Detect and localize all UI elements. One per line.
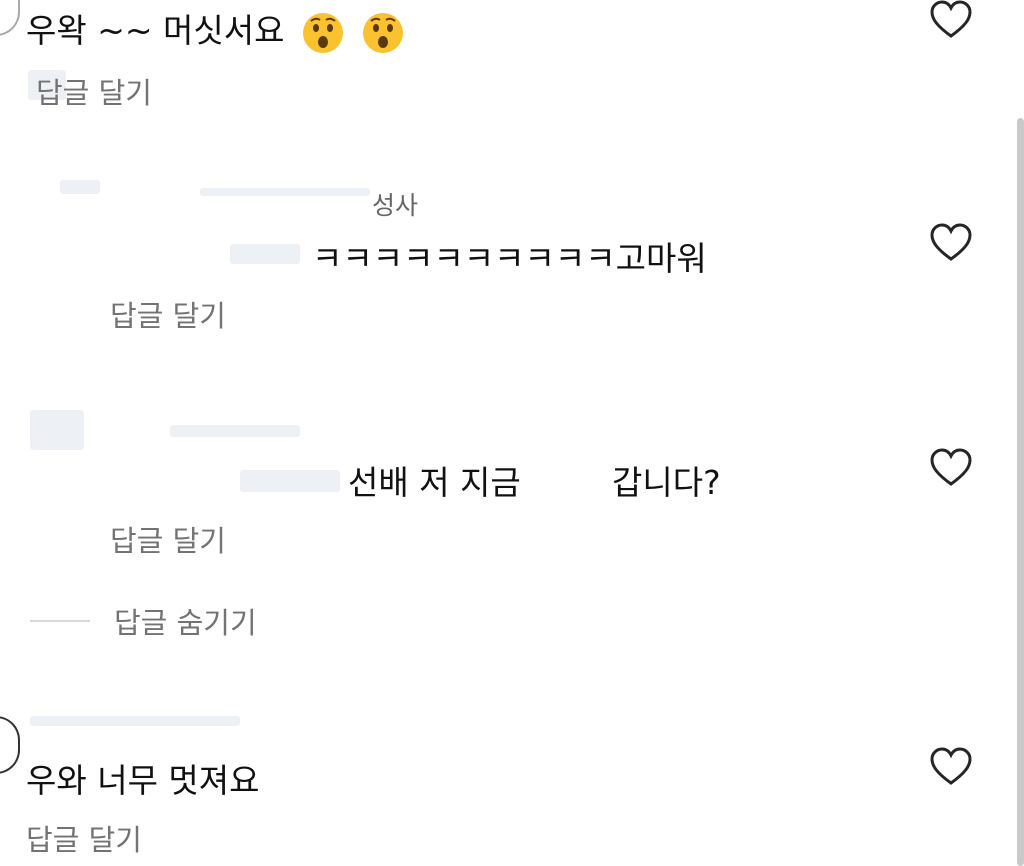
avatar[interactable] — [0, 716, 20, 774]
reply-button[interactable]: 답글 달기 — [36, 70, 152, 112]
redacted-mention — [240, 470, 340, 492]
divider — [30, 620, 90, 622]
hide-replies-button[interactable]: 답글 숨기기 — [114, 600, 257, 642]
avatar[interactable] — [0, 0, 20, 36]
heart-outline-icon[interactable] — [929, 0, 973, 40]
reply-button[interactable]: 답글 달기 — [26, 817, 142, 859]
comment-body: 갑니다? — [612, 463, 721, 502]
redacted-avatar — [30, 410, 84, 450]
scrollbar[interactable] — [1017, 118, 1024, 866]
heart-outline-icon[interactable] — [929, 223, 973, 263]
heart-outline-icon[interactable] — [929, 747, 973, 787]
comment-body: ㅋㅋㅋㅋㅋㅋㅋㅋㅋㅋ고마워 — [312, 239, 707, 278]
redacted-avatar — [60, 180, 100, 194]
redacted-username — [170, 425, 300, 437]
astonished-face-icon — [301, 11, 345, 55]
comment-body: 우왁 ~~ 머싯서요 — [26, 11, 285, 50]
redacted-mention — [230, 244, 300, 264]
username[interactable]: 성사 — [372, 186, 418, 222]
reply-button[interactable]: 답글 달기 — [110, 293, 226, 335]
comment-text: 우왁 ~~ 머싯서요 — [26, 4, 405, 55]
heart-outline-icon[interactable] — [929, 448, 973, 488]
reply-button[interactable]: 답글 달기 — [110, 518, 226, 560]
redacted-username — [200, 188, 370, 196]
astonished-face-icon — [361, 11, 405, 55]
redacted-username — [30, 716, 240, 726]
comment-body: 선배 저 지금 — [348, 463, 521, 502]
comment-body: 우와 너무 멋져요 — [26, 761, 260, 800]
